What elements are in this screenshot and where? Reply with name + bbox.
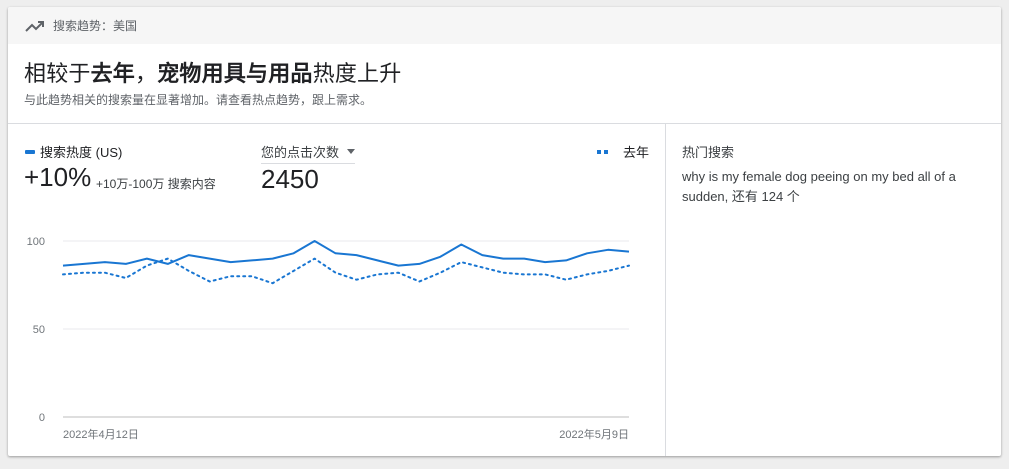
y-tick-label: 100 bbox=[27, 236, 45, 248]
y-tick-label: 50 bbox=[33, 324, 45, 336]
headline-bold-category: 宠物用具与用品 bbox=[157, 61, 313, 86]
legend-solid-swatch bbox=[25, 149, 35, 154]
headline-text: 相较于 bbox=[24, 61, 91, 86]
headline-trend: 热度上升 bbox=[312, 61, 402, 86]
card-header: 搜索趋势：美国 bbox=[8, 7, 1001, 44]
top-search-more: , 还有 124 个 bbox=[724, 189, 800, 204]
series-line-current bbox=[62, 240, 630, 267]
page-title: 相较于去年，宠物用具与用品热度上升 bbox=[24, 56, 401, 88]
top-search-query: why is my female dog peeing on my bed al… bbox=[682, 169, 956, 204]
legend-last-year-label: 去年 bbox=[622, 145, 649, 160]
top-searches-title: 热门搜索 bbox=[682, 145, 735, 160]
page-subtitle: 与此趋势相关的搜索量在显著增加。请查看热点趋势，跟上需求。 bbox=[24, 93, 373, 107]
legend-last-year: 去年 bbox=[596, 142, 649, 161]
trend-card: 搜索趋势：美国 相较于去年，宠物用具与用品热度上升 与此趋势相关的搜索量在显著增… bbox=[8, 7, 1001, 456]
legend-dotted-swatch bbox=[596, 149, 611, 154]
headline-separator: ， bbox=[135, 61, 158, 86]
caret-down-icon bbox=[347, 149, 356, 154]
x-tick-label-end: 2022年5月9日 bbox=[559, 427, 629, 441]
trending-up-icon bbox=[25, 20, 44, 32]
vertical-divider bbox=[665, 123, 666, 456]
clicks-dropdown-label: 您的点击次数 bbox=[261, 145, 340, 160]
horizontal-divider bbox=[8, 123, 1001, 124]
card-header-label: 搜索趋势：美国 bbox=[53, 19, 138, 33]
legend-main-label: 搜索热度 (US) bbox=[40, 145, 123, 160]
metric-range: +10万-100万 搜索内容 bbox=[96, 177, 216, 191]
y-tick-label: 0 bbox=[39, 412, 45, 424]
clicks-value: 2450 bbox=[261, 164, 319, 194]
legend-search-interest: 搜索热度 (US) bbox=[25, 142, 122, 161]
top-search-item[interactable]: why is my female dog peeing on my bed al… bbox=[682, 167, 992, 207]
headline-bold-period: 去年 bbox=[90, 61, 136, 86]
trend-line-chart: 0 50 100 2022年4月12日 2022年5月9日 bbox=[27, 236, 630, 441]
x-tick-label-start: 2022年4月12日 bbox=[63, 427, 139, 441]
clicks-dropdown[interactable]: 您的点击次数 bbox=[261, 142, 356, 164]
metric-change: +10% bbox=[24, 162, 92, 192]
